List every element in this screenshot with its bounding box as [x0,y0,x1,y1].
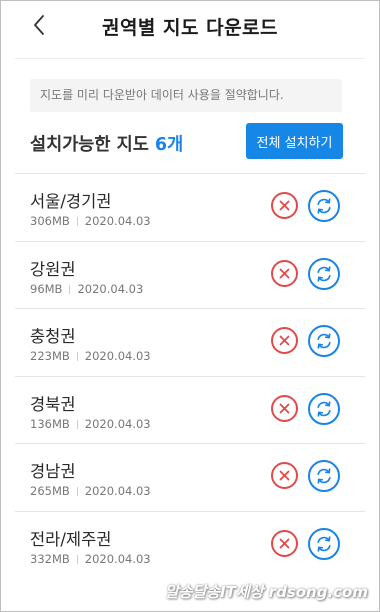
region-size: 136MB [30,416,70,431]
refresh-icon [317,198,331,214]
meta-separator [76,419,78,429]
region-size: 332MB [30,551,70,566]
region-name: 경북권 [30,394,76,414]
header: 권역별 지도 다운로드 [0,0,380,52]
region-date: 2020.04.03 [84,214,151,228]
refresh-icon [317,333,331,349]
region-row: 전라/제주권 332MB 2020.04.03 [15,510,365,579]
close-icon [279,200,290,211]
region-meta: 306MB 2020.04.03 [30,214,151,228]
region-meta: 136MB 2020.04.03 [30,417,151,431]
region-meta: 223MB 2020.04.03 [30,349,151,363]
region-meta: 265MB 2020.04.03 [30,484,151,498]
region-size: 306MB [30,214,70,228]
region-meta: 96MB 2020.04.03 [30,282,143,296]
delete-button[interactable] [271,394,298,422]
meta-separator [76,554,78,564]
region-row: 서울/경기권 306MB 2020.04.03 [15,173,365,241]
region-name: 서울/경기권 [30,192,112,211]
update-button[interactable] [308,190,340,222]
region-date: 2020.04.03 [84,416,151,431]
region-name: 전라/제주권 [30,529,112,549]
refresh-icon [317,468,331,484]
region-name: 경남권 [30,462,76,481]
available-maps-count: 6개 [154,135,184,155]
meta-separator [76,487,78,496]
meta-separator [69,284,71,294]
close-icon [279,403,290,413]
close-icon [279,335,290,346]
install-all-button[interactable]: 전체 설치하기 [246,123,343,159]
region-name: 강원권 [30,259,76,279]
delete-button[interactable] [271,259,298,287]
meta-separator [76,352,78,361]
region-date: 2020.04.03 [77,281,144,296]
available-maps-heading: 설치가능한 지도 6개 [30,131,183,156]
region-row: 경북권 136MB 2020.04.03 [15,375,365,444]
region-date: 2020.04.03 [84,551,151,566]
watermark: 알송달송IT세상 rdsong.com [164,583,368,601]
region-size: 265MB [30,484,70,498]
region-list: 서울/경기권 306MB 2020.04.03 강원권 96MB 2020.04.03 충청… [15,173,365,578]
region-row: 강원권 96MB 2020.04.03 [15,240,365,309]
refresh-icon [317,535,331,552]
region-size: 96MB [30,281,63,296]
region-meta: 332MB 2020.04.03 [30,552,151,566]
update-button[interactable] [308,460,340,492]
update-button[interactable] [308,392,340,425]
notice-banner: 지도를 미리 다운받아 데이터 사용을 절약합니다. [30,79,342,112]
delete-button[interactable] [271,327,298,354]
close-icon [279,268,290,278]
refresh-icon [317,265,331,282]
delete-button[interactable] [271,462,298,489]
page-title: 권역별 지도 다운로드 [101,17,279,39]
header-divider [15,58,365,59]
update-button[interactable] [308,325,340,357]
close-icon [279,538,290,548]
meta-separator [76,217,78,226]
refresh-icon [317,400,331,417]
available-maps-label: 설치가능한 지도 [30,135,149,155]
delete-button[interactable] [271,192,298,219]
close-icon [279,470,290,481]
region-row: 충청권 223MB 2020.04.03 [15,308,365,376]
region-row: 경남권 265MB 2020.04.03 [15,443,365,511]
update-button[interactable] [308,257,340,290]
region-size: 223MB [30,349,70,363]
update-button[interactable] [308,527,340,560]
delete-button[interactable] [271,529,298,557]
region-date: 2020.04.03 [84,484,151,498]
region-date: 2020.04.03 [84,349,151,363]
region-name: 충청권 [30,327,76,346]
